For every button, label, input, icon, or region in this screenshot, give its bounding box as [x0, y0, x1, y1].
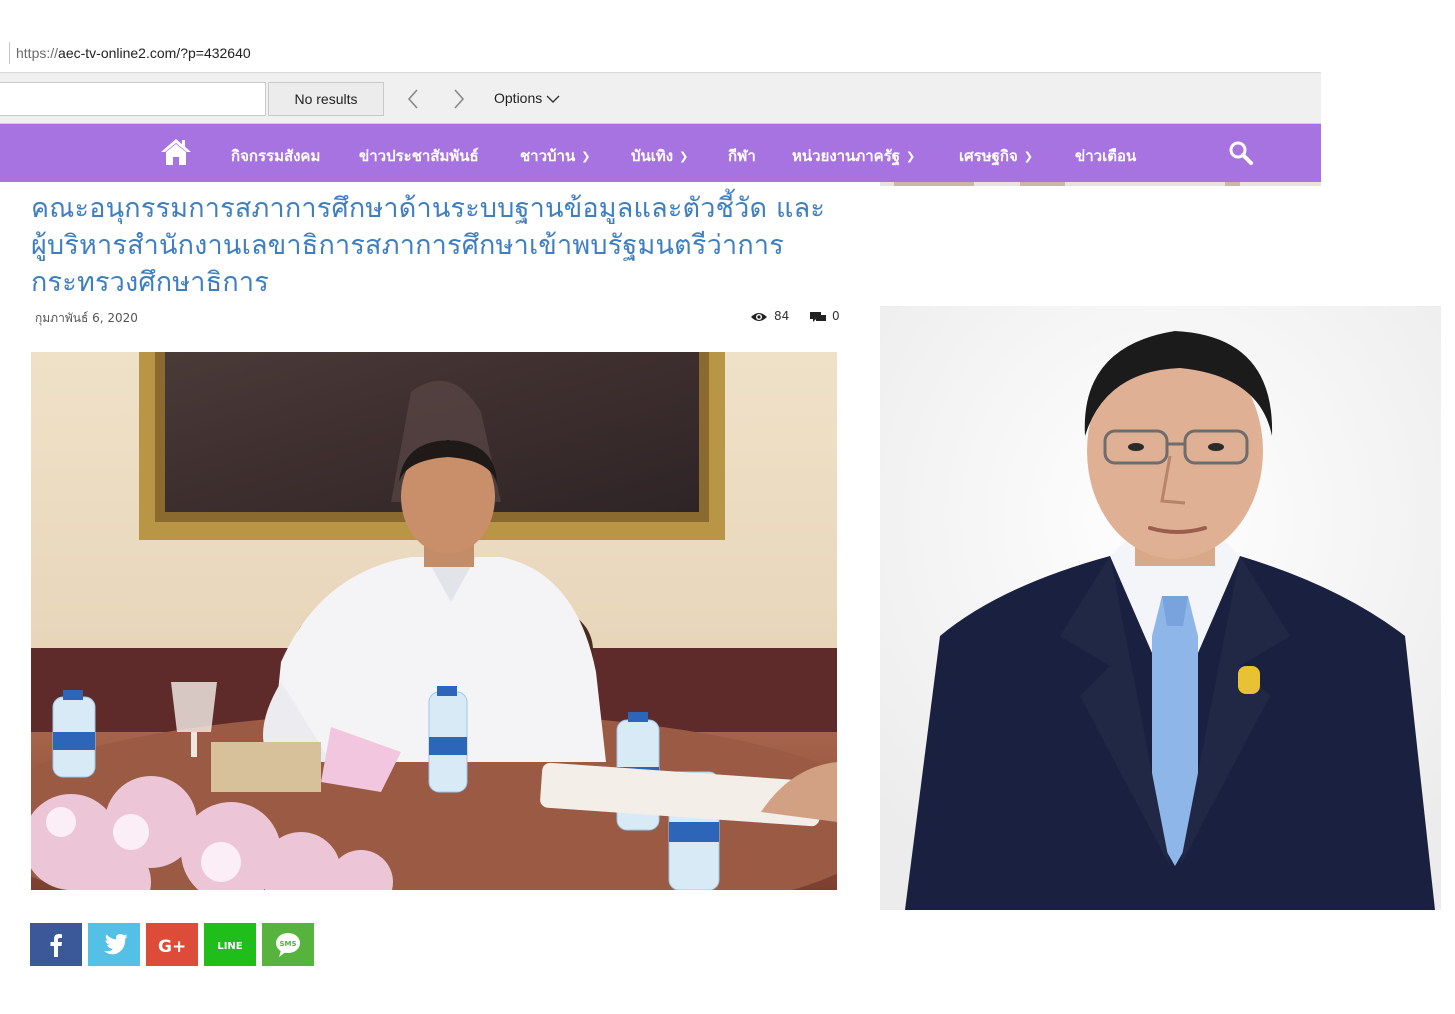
view-count: 84 [750, 309, 789, 323]
search-icon [1229, 141, 1253, 165]
share-sms-button[interactable]: SMS [262, 923, 314, 966]
find-next-button[interactable] [448, 87, 470, 111]
svg-text:SMS: SMS [279, 940, 296, 948]
nav-item-entertainment[interactable]: บันเทิง ❯ [631, 144, 688, 168]
share-twitter-button[interactable] [88, 923, 140, 966]
home-icon [161, 139, 191, 165]
address-bar-divider [9, 42, 10, 64]
nav-item-label: เศรษฐกิจ [959, 147, 1018, 165]
comments-icon [810, 311, 826, 322]
find-options-label: Options [494, 90, 543, 106]
main-nav: กิจกรรมสังคม ข่าวประชาสัมพันธ์ ชาวบ้าน ❯ … [0, 124, 1321, 182]
facebook-icon [50, 934, 62, 957]
sms-bubble-icon: SMS [276, 933, 300, 957]
share-facebook-button[interactable] [30, 923, 82, 966]
article-photo-meeting [31, 352, 837, 890]
chevron-down-icon: ❯ [679, 150, 689, 163]
nav-item-social-activities[interactable]: กิจกรรมสังคม [231, 144, 320, 168]
comment-count-value: 0 [832, 309, 840, 323]
share-google-plus-button[interactable]: G+ [146, 923, 198, 966]
find-results-count: No results [268, 82, 384, 116]
comment-count[interactable]: 0 [810, 309, 840, 323]
nav-item-label: ข่าวเตือน [1075, 147, 1137, 165]
nav-item-sports[interactable]: กีฬา [728, 144, 756, 168]
nav-item-press-release[interactable]: ข่าวประชาสัมพันธ์ [359, 144, 479, 168]
nav-item-label: ข่าวประชาสัมพันธ์ [359, 147, 479, 165]
chevron-right-icon [454, 89, 465, 109]
article-date: กุมภาพันธ์ 6, 2020 [35, 311, 138, 325]
address-bar[interactable]: https://aec-tv-online2.com/?p=432640 [0, 36, 1321, 73]
svg-text:G+: G+ [158, 937, 186, 957]
google-plus-icon: G+ [158, 937, 186, 957]
nav-item-villagers[interactable]: ชาวบ้าน ❯ [520, 144, 590, 168]
home-button[interactable] [160, 137, 192, 167]
article-title-line: คณะอนุกรรมการสภาการศึกษาด้านระบบฐานข้อมู… [31, 193, 826, 224]
nav-item-label: หน่วยงานภาครัฐ [792, 147, 901, 165]
chevron-down-icon: ❯ [1023, 150, 1033, 163]
chevron-down-icon [546, 95, 560, 104]
view-count-value: 84 [774, 309, 790, 323]
chevron-left-icon [407, 89, 418, 109]
find-input[interactable] [0, 82, 266, 116]
search-button[interactable] [1228, 140, 1254, 166]
find-previous-button[interactable] [402, 87, 424, 111]
article-title: คณะอนุกรรมการสภาการศึกษาด้านระบบฐานข้อมู… [31, 190, 851, 301]
article-title-line: กระทรวงศึกษาธิการ [31, 267, 269, 298]
nav-item-label: กิจกรรมสังคม [231, 147, 321, 165]
url-text[interactable]: https://aec-tv-online2.com/?p=432640 [16, 45, 251, 61]
svg-text:LINE: LINE [217, 941, 242, 952]
chevron-down-icon: ❯ [581, 150, 591, 163]
nav-item-economy[interactable]: เศรษฐกิจ ❯ [959, 144, 1033, 168]
portrait-photo [880, 306, 1441, 910]
nav-item-label: กีฬา [728, 147, 756, 165]
article-title-line: ผู้บริหารสำนักงานเลขาธิการสภาการศึกษาเข้… [31, 230, 784, 261]
banner-image-edge [880, 182, 1321, 186]
twitter-icon [104, 934, 128, 955]
find-bar: No results Options [0, 73, 1321, 124]
nav-item-label: ชาวบ้าน [520, 147, 576, 165]
chevron-down-icon: ❯ [906, 150, 916, 163]
eye-icon [751, 312, 767, 321]
line-icon: LINE [217, 941, 242, 952]
find-options-button[interactable]: Options [494, 90, 560, 106]
nav-item-label: บันเทิง [631, 147, 674, 165]
nav-item-government[interactable]: หน่วยงานภาครัฐ ❯ [792, 144, 915, 168]
nav-item-warning-news[interactable]: ข่าวเตือน [1075, 144, 1136, 168]
share-line-button[interactable]: LINE [204, 923, 256, 966]
